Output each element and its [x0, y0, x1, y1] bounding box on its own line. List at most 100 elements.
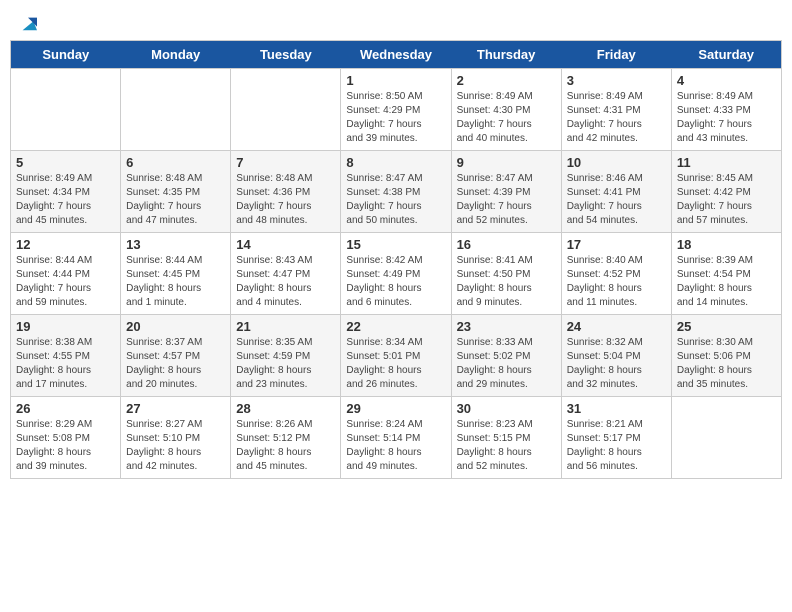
calendar-cell: 10 Sunrise: 8:46 AM Sunset: 4:41 PM Dayli…	[561, 151, 671, 233]
day-number: 11	[677, 155, 776, 170]
day-info: Sunrise: 8:47 AM Sunset: 4:38 PM Dayligh…	[346, 172, 445, 228]
day-info: Sunrise: 8:26 AM Sunset: 5:12 PM Dayligh…	[236, 418, 335, 474]
logo	[18, 14, 37, 28]
day-info: Sunrise: 8:27 AM Sunset: 5:10 PM Dayligh…	[126, 418, 225, 474]
day-info: Sunrise: 8:33 AM Sunset: 5:02 PM Dayligh…	[457, 336, 556, 392]
day-number: 29	[346, 401, 445, 416]
calendar-cell: 30 Sunrise: 8:23 AM Sunset: 5:15 PM Dayli…	[451, 397, 561, 479]
day-number: 31	[567, 401, 666, 416]
day-number: 13	[126, 237, 225, 252]
day-info: Sunrise: 8:23 AM Sunset: 5:15 PM Dayligh…	[457, 418, 556, 474]
day-number: 6	[126, 155, 225, 170]
calendar-cell: 25 Sunrise: 8:30 AM Sunset: 5:06 PM Dayli…	[671, 315, 781, 397]
calendar-table: SundayMondayTuesdayWednesdayThursdayFrid…	[10, 40, 782, 479]
calendar-cell: 22Sunrise: 8:34 AM Sunset: 5:01 PM Dayli…	[341, 315, 451, 397]
day-info: Sunrise: 8:24 AM Sunset: 5:14 PM Dayligh…	[346, 418, 445, 474]
day-number: 21	[236, 319, 335, 334]
day-number: 26	[16, 401, 115, 416]
day-of-week-header: Thursday	[451, 41, 561, 69]
day-info: Sunrise: 8:35 AM Sunset: 4:59 PM Dayligh…	[236, 336, 335, 392]
day-of-week-header: Friday	[561, 41, 671, 69]
calendar-week-row: 5 Sunrise: 8:49 AM Sunset: 4:34 PM Daylig…	[11, 151, 782, 233]
calendar-cell: 16Sunrise: 8:41 AM Sunset: 4:50 PM Dayli…	[451, 233, 561, 315]
calendar-cell: 29 Sunrise: 8:24 AM Sunset: 5:14 PM Dayli…	[341, 397, 451, 479]
day-info: Sunrise: 8:44 AM Sunset: 4:45 PM Dayligh…	[126, 254, 225, 310]
calendar-cell: 28 Sunrise: 8:26 AM Sunset: 5:12 PM Dayli…	[231, 397, 341, 479]
day-number: 3	[567, 73, 666, 88]
day-info: Sunrise: 8:38 AM Sunset: 4:55 PM Dayligh…	[16, 336, 115, 392]
logo-icon	[19, 14, 37, 32]
day-info: Sunrise: 8:49 AM Sunset: 4:31 PM Dayligh…	[567, 90, 666, 146]
calendar-header-row: SundayMondayTuesdayWednesdayThursdayFrid…	[11, 41, 782, 69]
day-number: 2	[457, 73, 556, 88]
day-number: 7	[236, 155, 335, 170]
day-of-week-header: Sunday	[11, 41, 121, 69]
day-number: 12	[16, 237, 115, 252]
calendar-cell	[231, 69, 341, 151]
day-info: Sunrise: 8:50 AM Sunset: 4:29 PM Dayligh…	[346, 90, 445, 146]
day-info: Sunrise: 8:48 AM Sunset: 4:36 PM Dayligh…	[236, 172, 335, 228]
day-info: Sunrise: 8:45 AM Sunset: 4:42 PM Dayligh…	[677, 172, 776, 228]
day-number: 19	[16, 319, 115, 334]
day-info: Sunrise: 8:40 AM Sunset: 4:52 PM Dayligh…	[567, 254, 666, 310]
calendar-cell: 24 Sunrise: 8:32 AM Sunset: 5:04 PM Dayli…	[561, 315, 671, 397]
day-info: Sunrise: 8:49 AM Sunset: 4:33 PM Dayligh…	[677, 90, 776, 146]
day-info: Sunrise: 8:34 AM Sunset: 5:01 PM Dayligh…	[346, 336, 445, 392]
day-number: 15	[346, 237, 445, 252]
day-of-week-header: Monday	[121, 41, 231, 69]
day-number: 9	[457, 155, 556, 170]
day-info: Sunrise: 8:42 AM Sunset: 4:49 PM Dayligh…	[346, 254, 445, 310]
calendar-cell: 14Sunrise: 8:43 AM Sunset: 4:47 PM Dayli…	[231, 233, 341, 315]
day-info: Sunrise: 8:37 AM Sunset: 4:57 PM Dayligh…	[126, 336, 225, 392]
day-number: 25	[677, 319, 776, 334]
page-header	[10, 10, 782, 32]
day-info: Sunrise: 8:32 AM Sunset: 5:04 PM Dayligh…	[567, 336, 666, 392]
calendar-cell: 26 Sunrise: 8:29 AM Sunset: 5:08 PM Dayli…	[11, 397, 121, 479]
day-info: Sunrise: 8:48 AM Sunset: 4:35 PM Dayligh…	[126, 172, 225, 228]
calendar-cell: 8Sunrise: 8:47 AM Sunset: 4:38 PM Daylig…	[341, 151, 451, 233]
day-number: 18	[677, 237, 776, 252]
day-info: Sunrise: 8:46 AM Sunset: 4:41 PM Dayligh…	[567, 172, 666, 228]
day-number: 24	[567, 319, 666, 334]
calendar-cell: 20 Sunrise: 8:37 AM Sunset: 4:57 PM Dayli…	[121, 315, 231, 397]
calendar-week-row: 12 Sunrise: 8:44 AM Sunset: 4:44 PM Dayli…	[11, 233, 782, 315]
calendar-cell	[671, 397, 781, 479]
day-info: Sunrise: 8:21 AM Sunset: 5:17 PM Dayligh…	[567, 418, 666, 474]
day-number: 27	[126, 401, 225, 416]
day-of-week-header: Saturday	[671, 41, 781, 69]
day-number: 10	[567, 155, 666, 170]
calendar-cell	[11, 69, 121, 151]
calendar-cell: 23 Sunrise: 8:33 AM Sunset: 5:02 PM Dayli…	[451, 315, 561, 397]
day-info: Sunrise: 8:44 AM Sunset: 4:44 PM Dayligh…	[16, 254, 115, 310]
day-number: 17	[567, 237, 666, 252]
calendar-cell: 18Sunrise: 8:39 AM Sunset: 4:54 PM Dayli…	[671, 233, 781, 315]
calendar-cell: 4 Sunrise: 8:49 AM Sunset: 4:33 PM Daylig…	[671, 69, 781, 151]
day-number: 4	[677, 73, 776, 88]
calendar-cell: 6 Sunrise: 8:48 AM Sunset: 4:35 PM Daylig…	[121, 151, 231, 233]
day-info: Sunrise: 8:49 AM Sunset: 4:34 PM Dayligh…	[16, 172, 115, 228]
calendar-cell: 7 Sunrise: 8:48 AM Sunset: 4:36 PM Daylig…	[231, 151, 341, 233]
day-number: 23	[457, 319, 556, 334]
calendar-cell: 5 Sunrise: 8:49 AM Sunset: 4:34 PM Daylig…	[11, 151, 121, 233]
day-of-week-header: Tuesday	[231, 41, 341, 69]
calendar-week-row: 1 Sunrise: 8:50 AM Sunset: 4:29 PM Daylig…	[11, 69, 782, 151]
day-info: Sunrise: 8:49 AM Sunset: 4:30 PM Dayligh…	[457, 90, 556, 146]
day-number: 5	[16, 155, 115, 170]
day-info: Sunrise: 8:29 AM Sunset: 5:08 PM Dayligh…	[16, 418, 115, 474]
calendar-cell: 27 Sunrise: 8:27 AM Sunset: 5:10 PM Dayli…	[121, 397, 231, 479]
day-number: 28	[236, 401, 335, 416]
day-info: Sunrise: 8:41 AM Sunset: 4:50 PM Dayligh…	[457, 254, 556, 310]
day-info: Sunrise: 8:30 AM Sunset: 5:06 PM Dayligh…	[677, 336, 776, 392]
calendar-week-row: 19 Sunrise: 8:38 AM Sunset: 4:55 PM Dayli…	[11, 315, 782, 397]
day-of-week-header: Wednesday	[341, 41, 451, 69]
calendar-cell: 1 Sunrise: 8:50 AM Sunset: 4:29 PM Daylig…	[341, 69, 451, 151]
day-number: 30	[457, 401, 556, 416]
day-number: 20	[126, 319, 225, 334]
day-info: Sunrise: 8:43 AM Sunset: 4:47 PM Dayligh…	[236, 254, 335, 310]
day-number: 1	[346, 73, 445, 88]
calendar-cell: 2 Sunrise: 8:49 AM Sunset: 4:30 PM Daylig…	[451, 69, 561, 151]
calendar-cell	[121, 69, 231, 151]
day-info: Sunrise: 8:47 AM Sunset: 4:39 PM Dayligh…	[457, 172, 556, 228]
calendar-cell: 13 Sunrise: 8:44 AM Sunset: 4:45 PM Dayli…	[121, 233, 231, 315]
calendar-cell: 9 Sunrise: 8:47 AM Sunset: 4:39 PM Daylig…	[451, 151, 561, 233]
